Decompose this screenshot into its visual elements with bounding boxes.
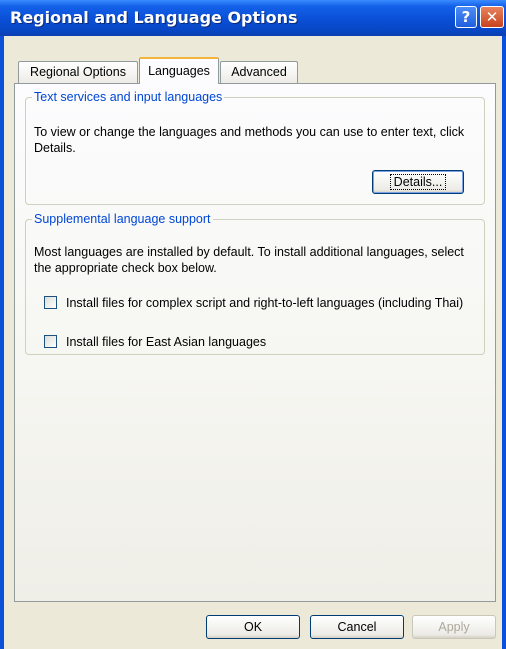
title-bar[interactable]: Regional and Language Options ? ✕ bbox=[0, 0, 506, 36]
ok-button[interactable]: OK bbox=[206, 615, 300, 639]
supplemental-description: Most languages are installed by default.… bbox=[34, 245, 464, 275]
text-services-description: To view or change the languages and meth… bbox=[34, 125, 465, 155]
tab-languages[interactable]: Languages bbox=[139, 57, 219, 84]
dialog-window: Regional and Language Options ? ✕ Region… bbox=[0, 0, 506, 649]
cancel-button[interactable]: Cancel bbox=[310, 615, 404, 639]
details-button[interactable]: Details... bbox=[372, 170, 464, 194]
languages-tab-panel: Text services and input languages To vie… bbox=[14, 83, 496, 602]
apply-button[interactable]: Apply bbox=[412, 615, 496, 639]
text-services-group: Text services and input languages To vie… bbox=[25, 90, 485, 205]
east-asian-checkbox[interactable] bbox=[44, 335, 57, 348]
tab-regional-options[interactable]: Regional Options bbox=[18, 61, 138, 83]
text-services-legend: Text services and input languages bbox=[34, 90, 223, 104]
details-button-label: Details... bbox=[389, 174, 447, 190]
close-button[interactable]: ✕ bbox=[480, 6, 504, 28]
help-button[interactable]: ? bbox=[455, 6, 477, 28]
supplemental-legend: Supplemental language support bbox=[34, 212, 211, 226]
complex-script-label[interactable]: Install files for complex script and rig… bbox=[66, 295, 476, 311]
complex-script-checkbox[interactable] bbox=[44, 296, 57, 309]
east-asian-label[interactable]: Install files for East Asian languages bbox=[66, 334, 476, 350]
supplemental-language-group: Supplemental language support Most langu… bbox=[25, 212, 485, 355]
tab-advanced[interactable]: Advanced bbox=[220, 61, 298, 83]
dialog-client-area: Regional Options Languages Advanced Text… bbox=[4, 36, 502, 649]
window-title: Regional and Language Options bbox=[10, 8, 298, 27]
